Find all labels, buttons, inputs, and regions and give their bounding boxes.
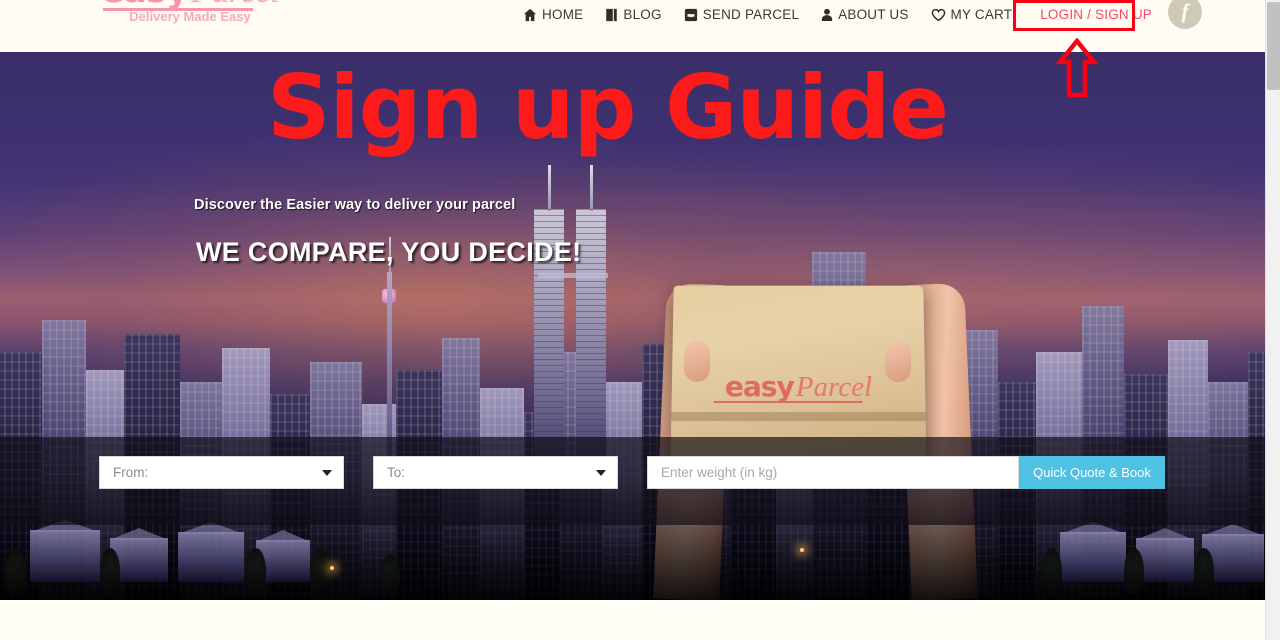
- facebook-icon[interactable]: f: [1168, 0, 1202, 29]
- chevron-down-icon: [596, 470, 606, 476]
- hero-banner: easyParcel Sign up Guide Discover the Ea…: [0, 52, 1265, 600]
- user-icon: [821, 8, 833, 22]
- scrollbar-thumb[interactable]: [1267, 2, 1280, 90]
- nav-item-blog[interactable]: BLOG: [605, 0, 661, 30]
- home-icon: [523, 8, 537, 22]
- facebook-glyph: f: [1181, 0, 1189, 23]
- box-logo-underline: [713, 400, 863, 403]
- box-logo-word-easy: easy: [724, 370, 794, 403]
- nav-label-my-cart-about: ABOUT US: [838, 7, 909, 22]
- quick-quote-form: From: To: Quick Quote & Book: [99, 456, 1165, 489]
- site-logo[interactable]: easyParcel Delivery Made Easy: [85, 0, 295, 40]
- quick-quote-book-button[interactable]: Quick Quote & Book: [1019, 456, 1165, 489]
- from-select[interactable]: From:: [99, 456, 344, 489]
- hero-subtitle: Discover the Easier way to deliver your …: [194, 197, 516, 213]
- nav-item-send-parcel[interactable]: SEND PARCEL: [684, 0, 799, 30]
- nav-label-my-cart: MY CART: [950, 7, 1013, 22]
- heart-icon: [931, 8, 946, 22]
- nav-item-my-cart[interactable]: MY CART: [931, 0, 1013, 30]
- box-seam: [671, 412, 926, 422]
- nav-item-about-us[interactable]: ABOUT US: [821, 0, 908, 30]
- box-logo-word-parcel: Parcel: [795, 371, 873, 403]
- thumb-left: [684, 340, 710, 382]
- nav-item-login-signup[interactable]: LOGIN / SIGN UP: [1034, 1, 1158, 29]
- main-navigation: HOME BLOG SEND PARCEL ABOUT US MY CART L…: [523, 0, 1158, 30]
- to-select[interactable]: To:: [373, 456, 618, 489]
- nav-label-blog: BLOG: [623, 7, 662, 22]
- book-icon: [605, 8, 618, 22]
- nav-label-send-parcel: SEND PARCEL: [702, 7, 800, 22]
- chevron-down-icon: [322, 470, 332, 476]
- site-header: easyParcel Delivery Made Easy HOME BLOG: [0, 0, 1265, 52]
- weight-input[interactable]: [647, 456, 1019, 489]
- browser-page: easyParcel Delivery Made Easy HOME BLOG: [0, 0, 1280, 640]
- nav-item-home[interactable]: HOME: [523, 0, 583, 30]
- vertical-scrollbar[interactable]: [1265, 0, 1280, 640]
- page-viewport: easyParcel Delivery Made Easy HOME BLOG: [0, 0, 1265, 640]
- logo-tagline: Delivery Made Easy: [129, 9, 251, 24]
- thumb-right: [885, 340, 911, 382]
- from-select-label: From:: [113, 465, 149, 480]
- nav-label-home: HOME: [542, 7, 584, 22]
- to-select-label: To:: [387, 465, 406, 480]
- page-title: Sign up Guide: [267, 56, 949, 159]
- content-below-hero: [0, 600, 1265, 640]
- inbox-icon: [684, 8, 698, 22]
- hero-slogan: WE COMPARE, YOU DECIDE!: [196, 237, 582, 267]
